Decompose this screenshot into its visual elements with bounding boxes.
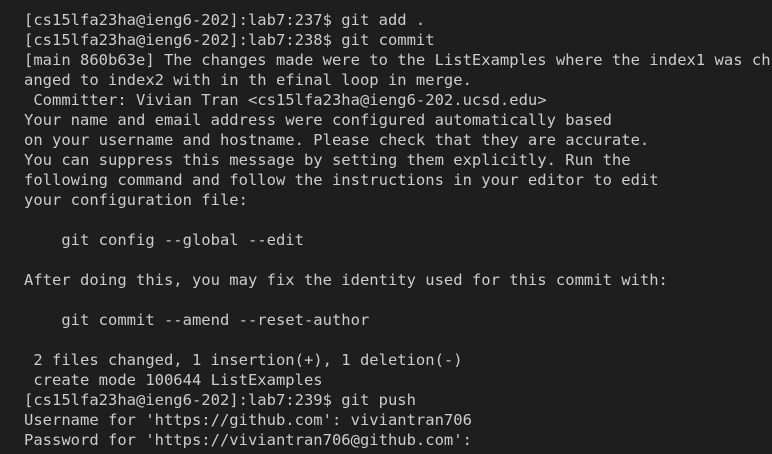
prompt-line-git-add: [cs15lfa23ha@ieng6-202]:lab7:237$ git ad… <box>24 11 426 29</box>
committer-line: Committer: Vivian Tran <cs15lfa23ha@ieng… <box>24 91 547 109</box>
output-line: on your username and hostname. Please ch… <box>24 131 650 149</box>
output-line: your configuration file: <box>24 191 248 209</box>
command-example-line: git commit --amend --reset-author <box>24 311 370 329</box>
summary-line: 2 files changed, 1 insertion(+), 1 delet… <box>24 351 463 369</box>
command-example-line: git config --global --edit <box>24 231 304 249</box>
terminal-output[interactable]: [cs15lfa23ha@ieng6-202]:lab7:237$ git ad… <box>0 0 772 454</box>
output-line: following command and follow the instruc… <box>24 171 659 189</box>
commit-message-line: [main 860b63e] The changes made were to … <box>24 51 771 69</box>
password-prompt-line[interactable]: Password for 'https://viviantran706@gith… <box>24 430 772 450</box>
output-line: Your name and email address were configu… <box>24 111 612 129</box>
prompt-line-git-commit: [cs15lfa23ha@ieng6-202]:lab7:238$ git co… <box>24 31 435 49</box>
username-prompt-line: Username for 'https://github.com': vivia… <box>24 411 472 429</box>
output-line: You can suppress this message by setting… <box>24 151 631 169</box>
output-line: After doing this, you may fix the identi… <box>24 271 668 289</box>
commit-message-line: anged to index2 with in th efinal loop i… <box>24 71 472 89</box>
prompt-line-git-push: [cs15lfa23ha@ieng6-202]:lab7:239$ git pu… <box>24 391 416 409</box>
summary-line: create mode 100644 ListExamples <box>24 371 323 389</box>
